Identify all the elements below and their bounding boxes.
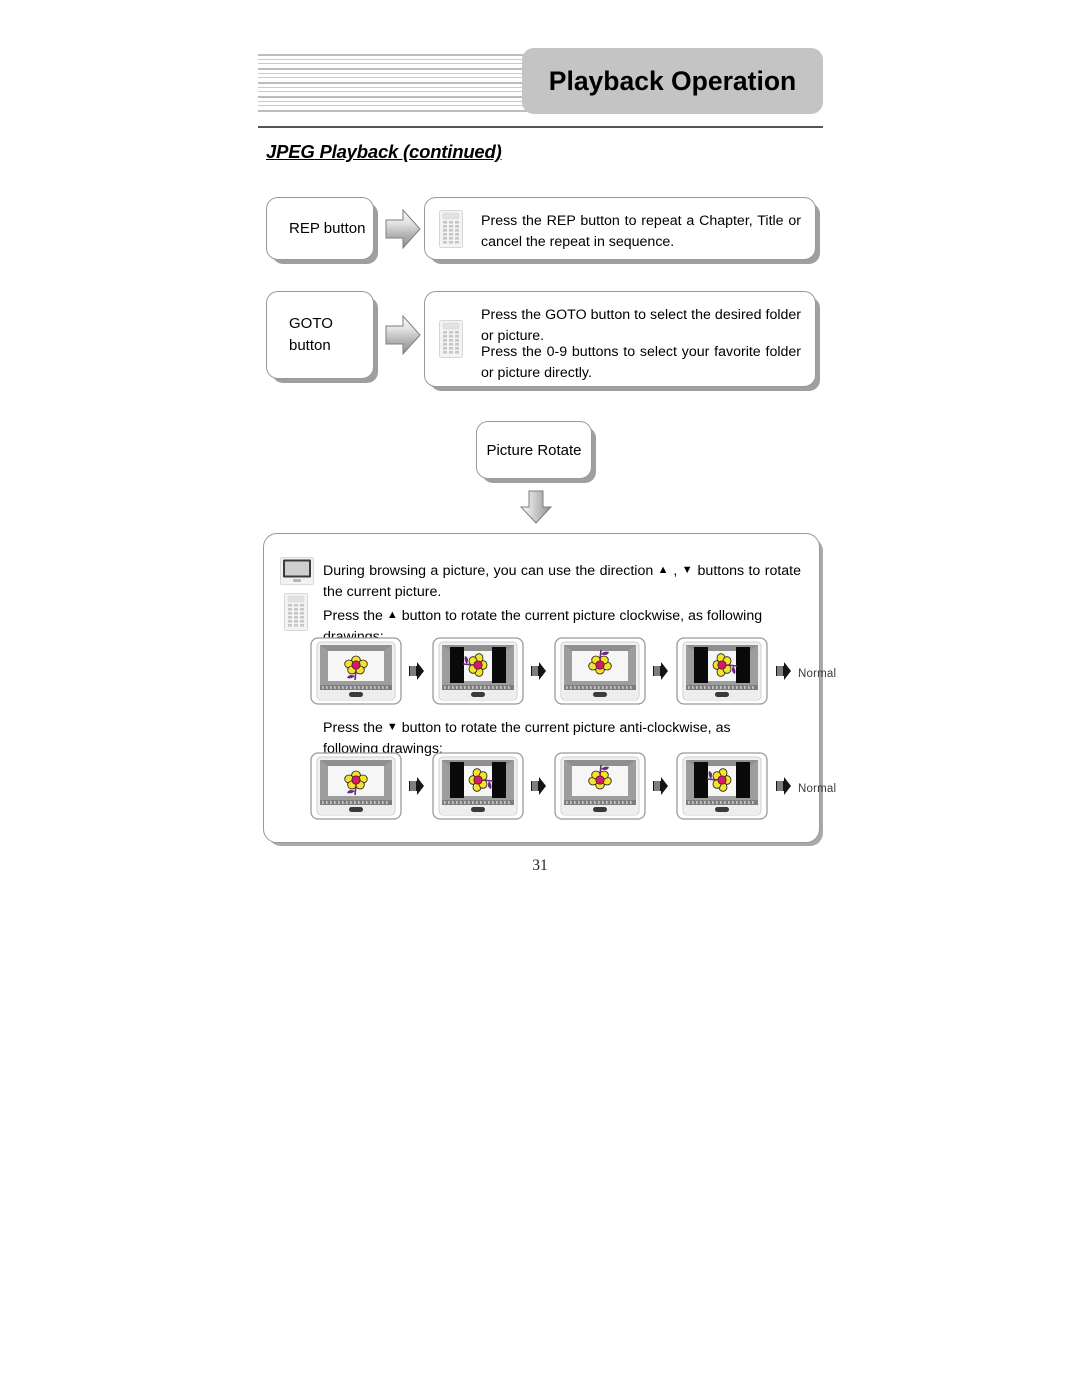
striped-arrow-icon [776, 776, 792, 801]
clockwise-drawings-strip: Normal [310, 637, 836, 710]
striped-arrow-icon [776, 661, 792, 686]
striped-arrow-icon [409, 776, 425, 801]
rotate-clockwise-text-a: Press the [323, 608, 387, 624]
tv-icon [280, 557, 314, 590]
rep-button-label: REP button [289, 220, 366, 237]
caret-down-icon: ▼ [386, 721, 398, 733]
rotate-intro-text-a: During browsing a picture, you can use t… [323, 563, 658, 579]
rotate-intro-text: During browsing a picture, you can use t… [323, 560, 801, 603]
block-arrow-right [384, 313, 422, 357]
picture-rotate-label-box: Picture Rotate [476, 421, 592, 479]
tv-frame-90deg [676, 752, 768, 825]
manual-page: Playback Operation JPEG Playback (contin… [0, 0, 1080, 1397]
tv-frame-90deg [432, 637, 524, 710]
goto-button-label-box: GOTO button [266, 291, 374, 379]
remote-icon [284, 593, 308, 636]
tv-frame-180deg [554, 752, 646, 825]
picture-rotate-panel: During browsing a picture, you can use t… [263, 533, 836, 843]
remote-icon [439, 320, 463, 363]
striped-arrow-icon [653, 661, 669, 686]
down-arrow-icon [518, 489, 554, 525]
rep-button-label-box: REP button [266, 197, 374, 260]
goto-button-description-text-1: Press the GOTO button to select the desi… [481, 307, 801, 344]
rotate-anticlockwise-text-a: Press the [323, 720, 387, 736]
anticlockwise-normal-label: Normal [798, 782, 837, 795]
page-number: 31 [532, 857, 548, 874]
striped-arrow-icon [409, 661, 425, 686]
clockwise-normal-label: Normal [798, 667, 837, 680]
caret-up-icon: ▲ [386, 609, 398, 621]
goto-button-label-line2: button [289, 337, 331, 354]
striped-arrow-icon [531, 776, 547, 801]
picture-rotate-label: Picture Rotate [486, 441, 582, 459]
striped-arrow-icon [531, 661, 547, 686]
tv-frame-180deg [554, 637, 646, 710]
header-decorative-lines [258, 54, 558, 112]
goto-button-label-line1: GOTO [289, 315, 333, 332]
anticlockwise-drawings-strip: Normal [310, 752, 836, 825]
page-title: Playback Operation [548, 65, 797, 96]
page-title-badge: Playback Operation [522, 48, 823, 114]
header-divider [258, 126, 823, 128]
striped-arrow-icon [653, 776, 669, 801]
page-header: Playback Operation [258, 48, 823, 120]
tv-frame-270deg [432, 752, 524, 825]
caret-down-icon: ▼ [681, 564, 694, 576]
rep-button-description-text: Press the REP button to repeat a Chapter… [481, 213, 801, 250]
tv-frame-0deg [310, 752, 402, 825]
goto-button-description-text-2: Press the 0-9 buttons to select your fav… [481, 344, 801, 381]
tv-frame-0deg [310, 637, 402, 710]
tv-frame-270deg [676, 637, 768, 710]
goto-button-description-box: Press the GOTO button to select the desi… [424, 291, 816, 387]
caret-up-icon: ▲ [657, 564, 669, 576]
rep-button-description-box: Press the REP button to repeat a Chapter… [424, 197, 816, 260]
remote-icon [439, 210, 463, 253]
section-title: JPEG Playback (continued) [266, 141, 502, 162]
block-arrow-right [384, 207, 422, 251]
rotate-intro-text-b: , [669, 563, 682, 579]
